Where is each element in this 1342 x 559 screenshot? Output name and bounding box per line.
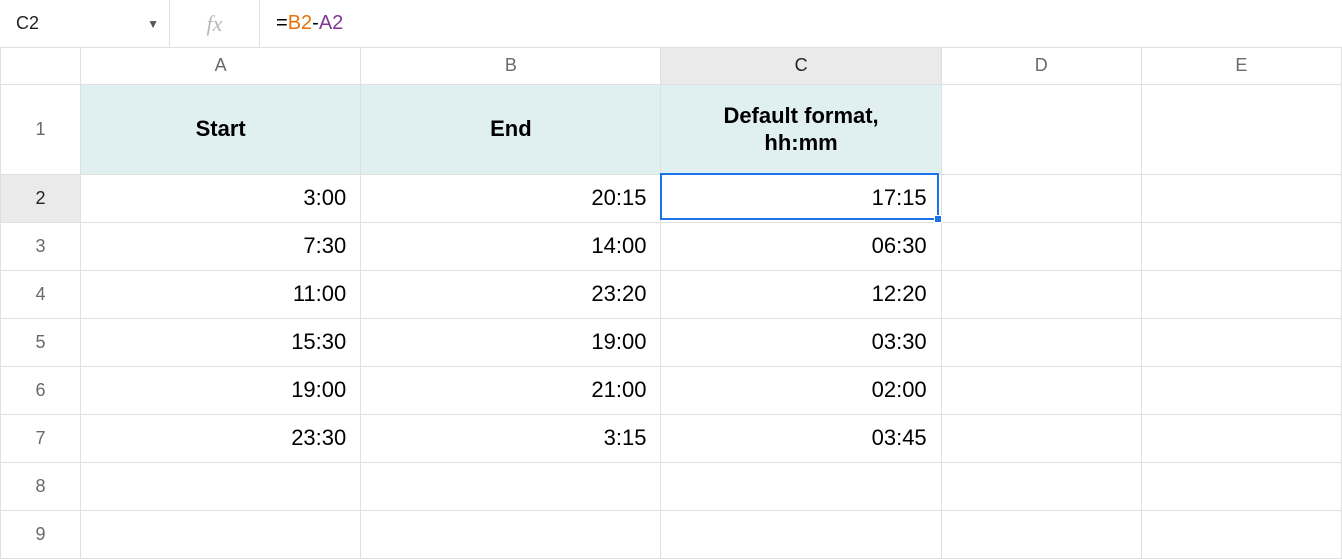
cell-D4[interactable] <box>941 270 1141 318</box>
cell-B2[interactable]: 20:15 <box>361 174 661 222</box>
cell-D2[interactable] <box>941 174 1141 222</box>
cell-E8[interactable] <box>1141 462 1341 510</box>
cell-C6[interactable]: 02:00 <box>661 366 941 414</box>
row-header-4[interactable]: 4 <box>1 270 81 318</box>
cell-B7[interactable]: 3:15 <box>361 414 661 462</box>
cell-D5[interactable] <box>941 318 1141 366</box>
cell-D3[interactable] <box>941 222 1141 270</box>
cell-A5[interactable]: 15:30 <box>81 318 361 366</box>
row-header-1[interactable]: 1 <box>1 84 81 174</box>
spreadsheet-grid: A B C D E 1 Start End Default format, hh… <box>0 48 1342 559</box>
row-header-2[interactable]: 2 <box>1 174 81 222</box>
cell-C2[interactable]: 17:15 <box>661 174 941 222</box>
cell-A2[interactable]: 3:00 <box>81 174 361 222</box>
cell-E1[interactable] <box>1141 84 1341 174</box>
row-header-8[interactable]: 8 <box>1 462 81 510</box>
formula-input[interactable]: =B2-A2 <box>260 0 1342 47</box>
cell-E3[interactable] <box>1141 222 1341 270</box>
cell-B4[interactable]: 23:20 <box>361 270 661 318</box>
fx-icon: fx <box>170 0 260 47</box>
formula-prefix: = <box>276 12 288 35</box>
cell-C4[interactable]: 12:20 <box>661 270 941 318</box>
col-header-C[interactable]: C <box>661 48 941 84</box>
col-header-E[interactable]: E <box>1141 48 1341 84</box>
cell-D7[interactable] <box>941 414 1141 462</box>
col-header-D[interactable]: D <box>941 48 1141 84</box>
row-3: 3 7:30 14:00 06:30 <box>1 222 1342 270</box>
name-box[interactable]: C2 ▼ <box>0 0 170 47</box>
cell-A6[interactable]: 19:00 <box>81 366 361 414</box>
row-9: 9 <box>1 510 1342 558</box>
cell-B3[interactable]: 14:00 <box>361 222 661 270</box>
row-7: 7 23:30 3:15 03:45 <box>1 414 1342 462</box>
cell-E7[interactable] <box>1141 414 1341 462</box>
column-header-row: A B C D E <box>1 48 1342 84</box>
cell-B1[interactable]: End <box>361 84 661 174</box>
cell-E5[interactable] <box>1141 318 1341 366</box>
cell-A8[interactable] <box>81 462 361 510</box>
cell-D8[interactable] <box>941 462 1141 510</box>
formula-op: - <box>312 12 319 35</box>
row-header-7[interactable]: 7 <box>1 414 81 462</box>
row-5: 5 15:30 19:00 03:30 <box>1 318 1342 366</box>
cell-A9[interactable] <box>81 510 361 558</box>
formula-bar: C2 ▼ fx =B2-A2 <box>0 0 1342 48</box>
cell-B8[interactable] <box>361 462 661 510</box>
row-header-5[interactable]: 5 <box>1 318 81 366</box>
cell-D6[interactable] <box>941 366 1141 414</box>
row-6: 6 19:00 21:00 02:00 <box>1 366 1342 414</box>
formula-ref-a: A2 <box>319 12 343 35</box>
row-4: 4 11:00 23:20 12:20 <box>1 270 1342 318</box>
cell-D1[interactable] <box>941 84 1141 174</box>
formula-ref-b: B2 <box>288 12 312 35</box>
cell-B6[interactable]: 21:00 <box>361 366 661 414</box>
row-1: 1 Start End Default format, hh:mm <box>1 84 1342 174</box>
row-header-6[interactable]: 6 <box>1 366 81 414</box>
row-header-9[interactable]: 9 <box>1 510 81 558</box>
cell-C1[interactable]: Default format, hh:mm <box>661 84 941 174</box>
select-all-corner[interactable] <box>1 48 81 84</box>
col-header-B[interactable]: B <box>361 48 661 84</box>
cell-E2[interactable] <box>1141 174 1341 222</box>
row-header-3[interactable]: 3 <box>1 222 81 270</box>
cell-C7[interactable]: 03:45 <box>661 414 941 462</box>
row-2: 2 3:00 20:15 17:15 <box>1 174 1342 222</box>
row-8: 8 <box>1 462 1342 510</box>
cell-A7[interactable]: 23:30 <box>81 414 361 462</box>
cell-C5[interactable]: 03:30 <box>661 318 941 366</box>
cell-C9[interactable] <box>661 510 941 558</box>
cell-E9[interactable] <box>1141 510 1341 558</box>
cell-B5[interactable]: 19:00 <box>361 318 661 366</box>
name-box-value: C2 <box>16 13 39 34</box>
cell-A3[interactable]: 7:30 <box>81 222 361 270</box>
cell-D9[interactable] <box>941 510 1141 558</box>
dropdown-icon[interactable]: ▼ <box>147 17 159 31</box>
cell-E6[interactable] <box>1141 366 1341 414</box>
cell-A4[interactable]: 11:00 <box>81 270 361 318</box>
col-header-A[interactable]: A <box>81 48 361 84</box>
cell-A1[interactable]: Start <box>81 84 361 174</box>
cell-C8[interactable] <box>661 462 941 510</box>
cell-E4[interactable] <box>1141 270 1341 318</box>
cell-B9[interactable] <box>361 510 661 558</box>
cell-C3[interactable]: 06:30 <box>661 222 941 270</box>
